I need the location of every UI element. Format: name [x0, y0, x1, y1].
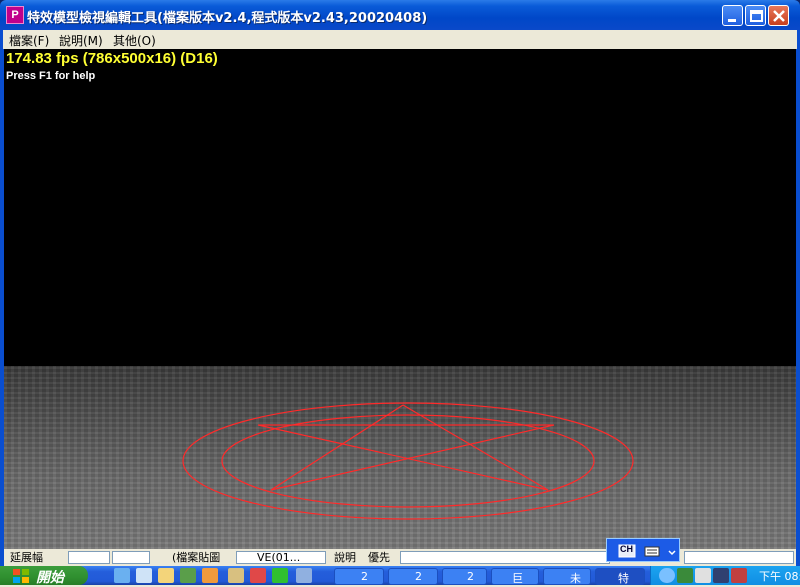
tray-app-icon[interactable] [713, 568, 729, 583]
strip-field[interactable] [400, 551, 610, 564]
taskbar-button-label: 未 [570, 572, 581, 585]
quicklaunch-app-icon[interactable] [272, 568, 288, 583]
tray-network-icon[interactable] [659, 568, 675, 583]
strip-label: 說明 [334, 551, 356, 564]
taskbar-button[interactable]: 巨 [491, 568, 539, 585]
quicklaunch-app-icon[interactable] [296, 568, 312, 583]
taskbar: 開始 2 2 2 巨 未 特 下午 08:18 [0, 566, 800, 585]
tray-app-icon[interactable] [677, 568, 693, 583]
taskbar-button[interactable]: 2 [442, 568, 487, 585]
close-icon [773, 10, 785, 22]
taskbar-button[interactable]: 2 [334, 568, 384, 585]
taskbar-button[interactable]: 2 [388, 568, 438, 585]
quicklaunch-app-icon[interactable] [180, 568, 196, 583]
strip-field[interactable] [684, 551, 794, 564]
quicklaunch-folder-icon[interactable] [158, 568, 174, 583]
help-hint: Press F1 for help [6, 70, 96, 82]
taskbar-button-label: 2 [361, 570, 368, 583]
quicklaunch-desktop-icon[interactable] [136, 568, 152, 583]
taskbar-button-active[interactable]: 特 [595, 568, 645, 585]
app-icon[interactable]: P [6, 6, 24, 24]
quicklaunch-app-icon[interactable] [250, 568, 266, 583]
menu-other[interactable]: 其他(O) [113, 32, 156, 49]
taskbar-button-label: 2 [415, 570, 422, 583]
window-title: 特效模型檢視編輯工具(檔案版本v2.4,程式版本v2.43,20020408) [27, 11, 428, 26]
keyboard-icon[interactable] [644, 546, 660, 557]
taskbar-button-label: 巨 [512, 572, 523, 585]
fps-readout: 174.83 fps (786x500x16) (D16) [6, 50, 218, 67]
quicklaunch-app-icon[interactable] [228, 568, 244, 583]
start-button[interactable]: 開始 [0, 566, 88, 585]
maximize-icon [750, 10, 763, 22]
minimize-button[interactable] [722, 5, 743, 26]
maximize-button[interactable] [745, 5, 766, 26]
app-window: P 特效模型檢視編輯工具(檔案版本v2.4,程式版本v2.43,20020408… [0, 0, 800, 566]
options-arrow-icon[interactable] [668, 550, 676, 556]
close-button[interactable] [768, 5, 789, 26]
strip-field[interactable] [112, 551, 150, 564]
title-bar[interactable]: P 特效模型檢視編輯工具(檔案版本v2.4,程式版本v2.43,20020408… [0, 0, 800, 30]
taskbar-button[interactable]: 未 [543, 568, 591, 585]
render-viewport[interactable]: 174.83 fps (786x500x16) (D16) Press F1 f… [4, 49, 796, 549]
tray-volume-icon[interactable] [731, 568, 747, 583]
quicklaunch-ie-icon[interactable] [114, 568, 130, 583]
windows-logo-icon [13, 569, 29, 583]
taskbar-button-label: 2 [467, 570, 474, 583]
ime-toolbar[interactable]: CH [606, 538, 680, 562]
pentagram-effect [182, 402, 634, 520]
taskbar-button-label: 特 [618, 572, 629, 585]
minimize-icon [728, 19, 736, 22]
menu-bar: 檔案(F) 說明(M) 其他(O) [3, 30, 797, 49]
quicklaunch-app-icon[interactable] [202, 568, 218, 583]
ime-label: CH [620, 544, 633, 554]
start-label: 開始 [36, 569, 64, 585]
strip-field-value: VE(01... [257, 551, 301, 564]
menu-help[interactable]: 說明(M) [59, 32, 103, 49]
strip-field[interactable]: VE(01... [236, 551, 326, 564]
strip-label: (檔案貼圖 [172, 551, 221, 564]
tray-app-icon[interactable] [695, 568, 711, 583]
menu-file[interactable]: 檔案(F) [9, 32, 49, 49]
strip-field[interactable] [68, 551, 110, 564]
system-tray: 下午 08:18 [650, 566, 800, 585]
taskbar-clock[interactable]: 下午 08:18 [759, 568, 800, 584]
strip-label: 優先 [368, 551, 390, 564]
strip-label: 延展幅 [10, 551, 43, 564]
